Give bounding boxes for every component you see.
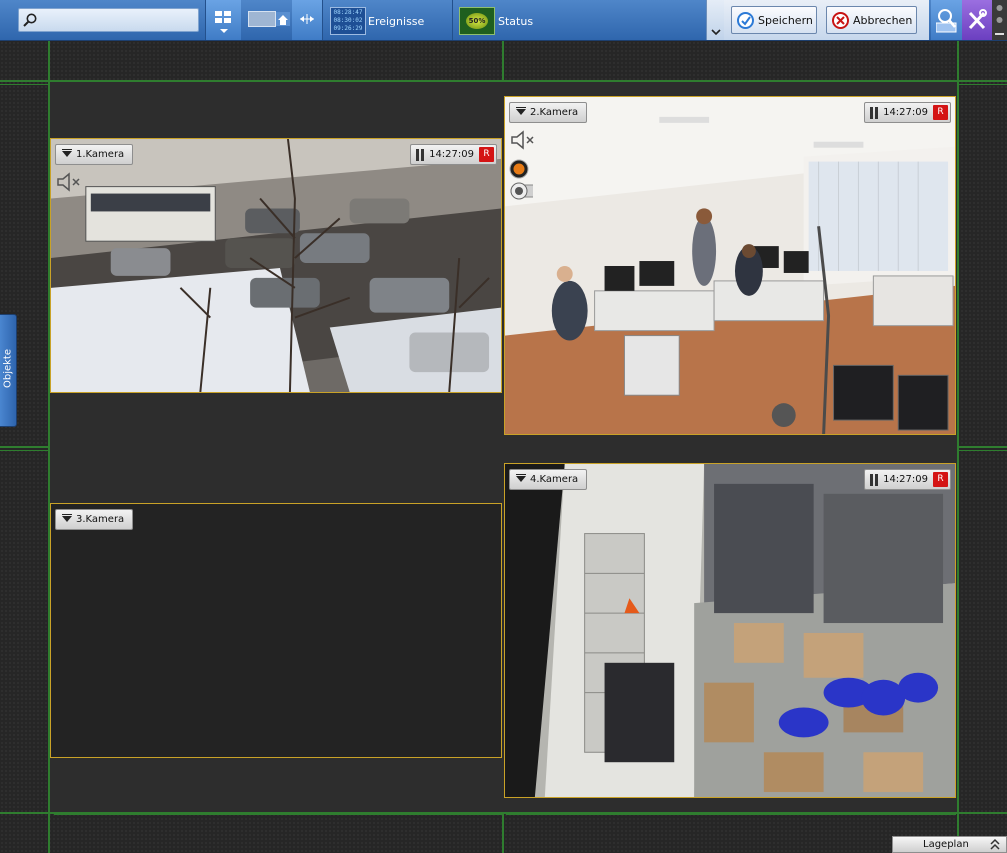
camera-name: 2.Kamera <box>530 107 579 118</box>
layout-home-icon[interactable] <box>276 12 290 26</box>
record-icon[interactable]: R <box>933 105 948 120</box>
camera-time-display[interactable]: 14:27:09 R <box>864 102 951 123</box>
camera-name: 1.Kamera <box>76 149 125 160</box>
grid-line <box>506 814 956 815</box>
grid-line <box>0 84 48 85</box>
camera-label-button[interactable]: 2.Kamera <box>509 102 588 123</box>
events-label: Ereignisse <box>368 15 425 28</box>
record-toggle-icon <box>513 163 525 175</box>
events-icon-line: 08:28:47 <box>333 9 363 16</box>
check-icon <box>737 12 754 29</box>
map-panel-label: Lageplan <box>923 839 969 850</box>
events-icon-line: 09:26:29 <box>333 25 363 32</box>
chevron-down-icon <box>711 29 721 36</box>
toolbar-divider <box>322 0 323 40</box>
resize-arrows-icon <box>300 14 314 24</box>
menu-bar-icon <box>516 474 526 475</box>
layout-resize-button[interactable] <box>292 0 322 40</box>
chevron-up-icon <box>990 837 1000 853</box>
settings-tools-icon <box>968 9 987 30</box>
grid-line <box>959 84 1007 85</box>
top-toolbar: 08:28:47 08:30:02 09:26:29 Ereignisse 50… <box>0 0 1007 41</box>
status-button[interactable]: 50% Status <box>459 7 539 35</box>
status-gauge-value: 50% <box>466 13 488 29</box>
map-panel-toggle[interactable]: Lageplan <box>892 836 1007 853</box>
menu-bar-icon <box>62 149 72 150</box>
camera-time-display[interactable]: 14:27:09 R <box>410 144 497 165</box>
grid-line <box>959 450 1007 451</box>
status-gauge-icon: 50% <box>459 7 495 35</box>
camera-name: 3.Kamera <box>76 514 125 525</box>
pause-icon <box>870 474 879 486</box>
camera-timestamp: 14:27:09 <box>883 107 928 118</box>
chevron-down-icon <box>62 151 72 157</box>
pause-icon <box>416 149 425 161</box>
toolbar-overflow-dropdown[interactable] <box>706 0 724 40</box>
status-label: Status <box>498 15 534 28</box>
camera-4-video-feed <box>505 464 955 797</box>
grid-line <box>54 814 502 815</box>
search-box[interactable] <box>18 8 199 32</box>
camera-timestamp: 14:27:09 <box>883 474 928 485</box>
camera-tile-2[interactable]: 2.Kamera 14:27:09 R <box>504 96 956 435</box>
camera-tile-1[interactable]: 1.Kamera 14:27:09 R <box>50 138 502 393</box>
settings-button[interactable] <box>962 0 992 40</box>
search-input[interactable] <box>41 11 193 29</box>
save-button-label: Speichern <box>758 14 813 27</box>
camera-label-button[interactable]: 1.Kamera <box>55 144 134 165</box>
chevron-down-icon <box>62 516 72 522</box>
menu-bar-icon <box>62 514 72 515</box>
object-search-button[interactable] <box>931 0 962 40</box>
menu-bar-icon <box>516 107 526 108</box>
events-icon: 08:28:47 08:30:02 09:26:29 <box>330 7 366 35</box>
camera-1-video-feed <box>51 139 501 392</box>
cancel-button-label: Abbrechen <box>853 14 913 27</box>
camera-label-button[interactable]: 4.Kamera <box>509 469 588 490</box>
grid-line <box>0 450 48 451</box>
objects-panel-tab[interactable]: Objekte <box>0 314 17 427</box>
grid-line <box>957 446 1007 448</box>
camera-timestamp: 14:27:09 <box>429 149 474 160</box>
save-button[interactable]: Speichern <box>731 6 817 34</box>
events-button[interactable]: 08:28:47 08:30:02 09:26:29 Ereignisse <box>330 7 425 35</box>
grid-line <box>502 812 504 853</box>
camera-label-button[interactable]: 3.Kamera <box>55 509 134 530</box>
camera-name: 4.Kamera <box>530 474 579 485</box>
chevron-down-icon <box>516 109 526 115</box>
mute-icon[interactable] <box>56 171 84 193</box>
grid-line <box>0 446 50 448</box>
record-icon[interactable]: R <box>479 147 494 162</box>
object-search-icon <box>936 9 957 33</box>
camera-tile-3[interactable]: 3.Kamera <box>50 503 502 758</box>
layout-select-button[interactable] <box>206 0 241 40</box>
layout-preview-thumbnail[interactable] <box>248 11 276 27</box>
camera-time-display[interactable]: 14:27:09 R <box>864 469 951 490</box>
pause-icon <box>870 107 879 119</box>
mute-icon[interactable] <box>510 129 538 151</box>
events-icon-line: 08:30:02 <box>333 17 363 24</box>
window-controls[interactable] <box>992 0 1007 40</box>
cancel-x-icon <box>832 12 849 29</box>
ptz-controls[interactable] <box>509 159 533 203</box>
grid-line <box>502 41 504 82</box>
camera-2-video-feed <box>505 97 955 434</box>
chevron-down-icon <box>516 476 526 482</box>
record-icon[interactable]: R <box>933 472 948 487</box>
toolbar-divider <box>452 0 453 40</box>
camera-tile-4[interactable]: 4.Kamera 14:27:09 R <box>504 463 956 798</box>
objects-panel-label: Objekte <box>2 349 14 389</box>
chevron-down-icon <box>220 29 228 33</box>
cancel-button[interactable]: Abbrechen <box>826 6 917 34</box>
layout-grid-icon <box>215 11 231 23</box>
window-minimize-icon <box>995 5 1004 35</box>
search-icon <box>23 13 37 27</box>
